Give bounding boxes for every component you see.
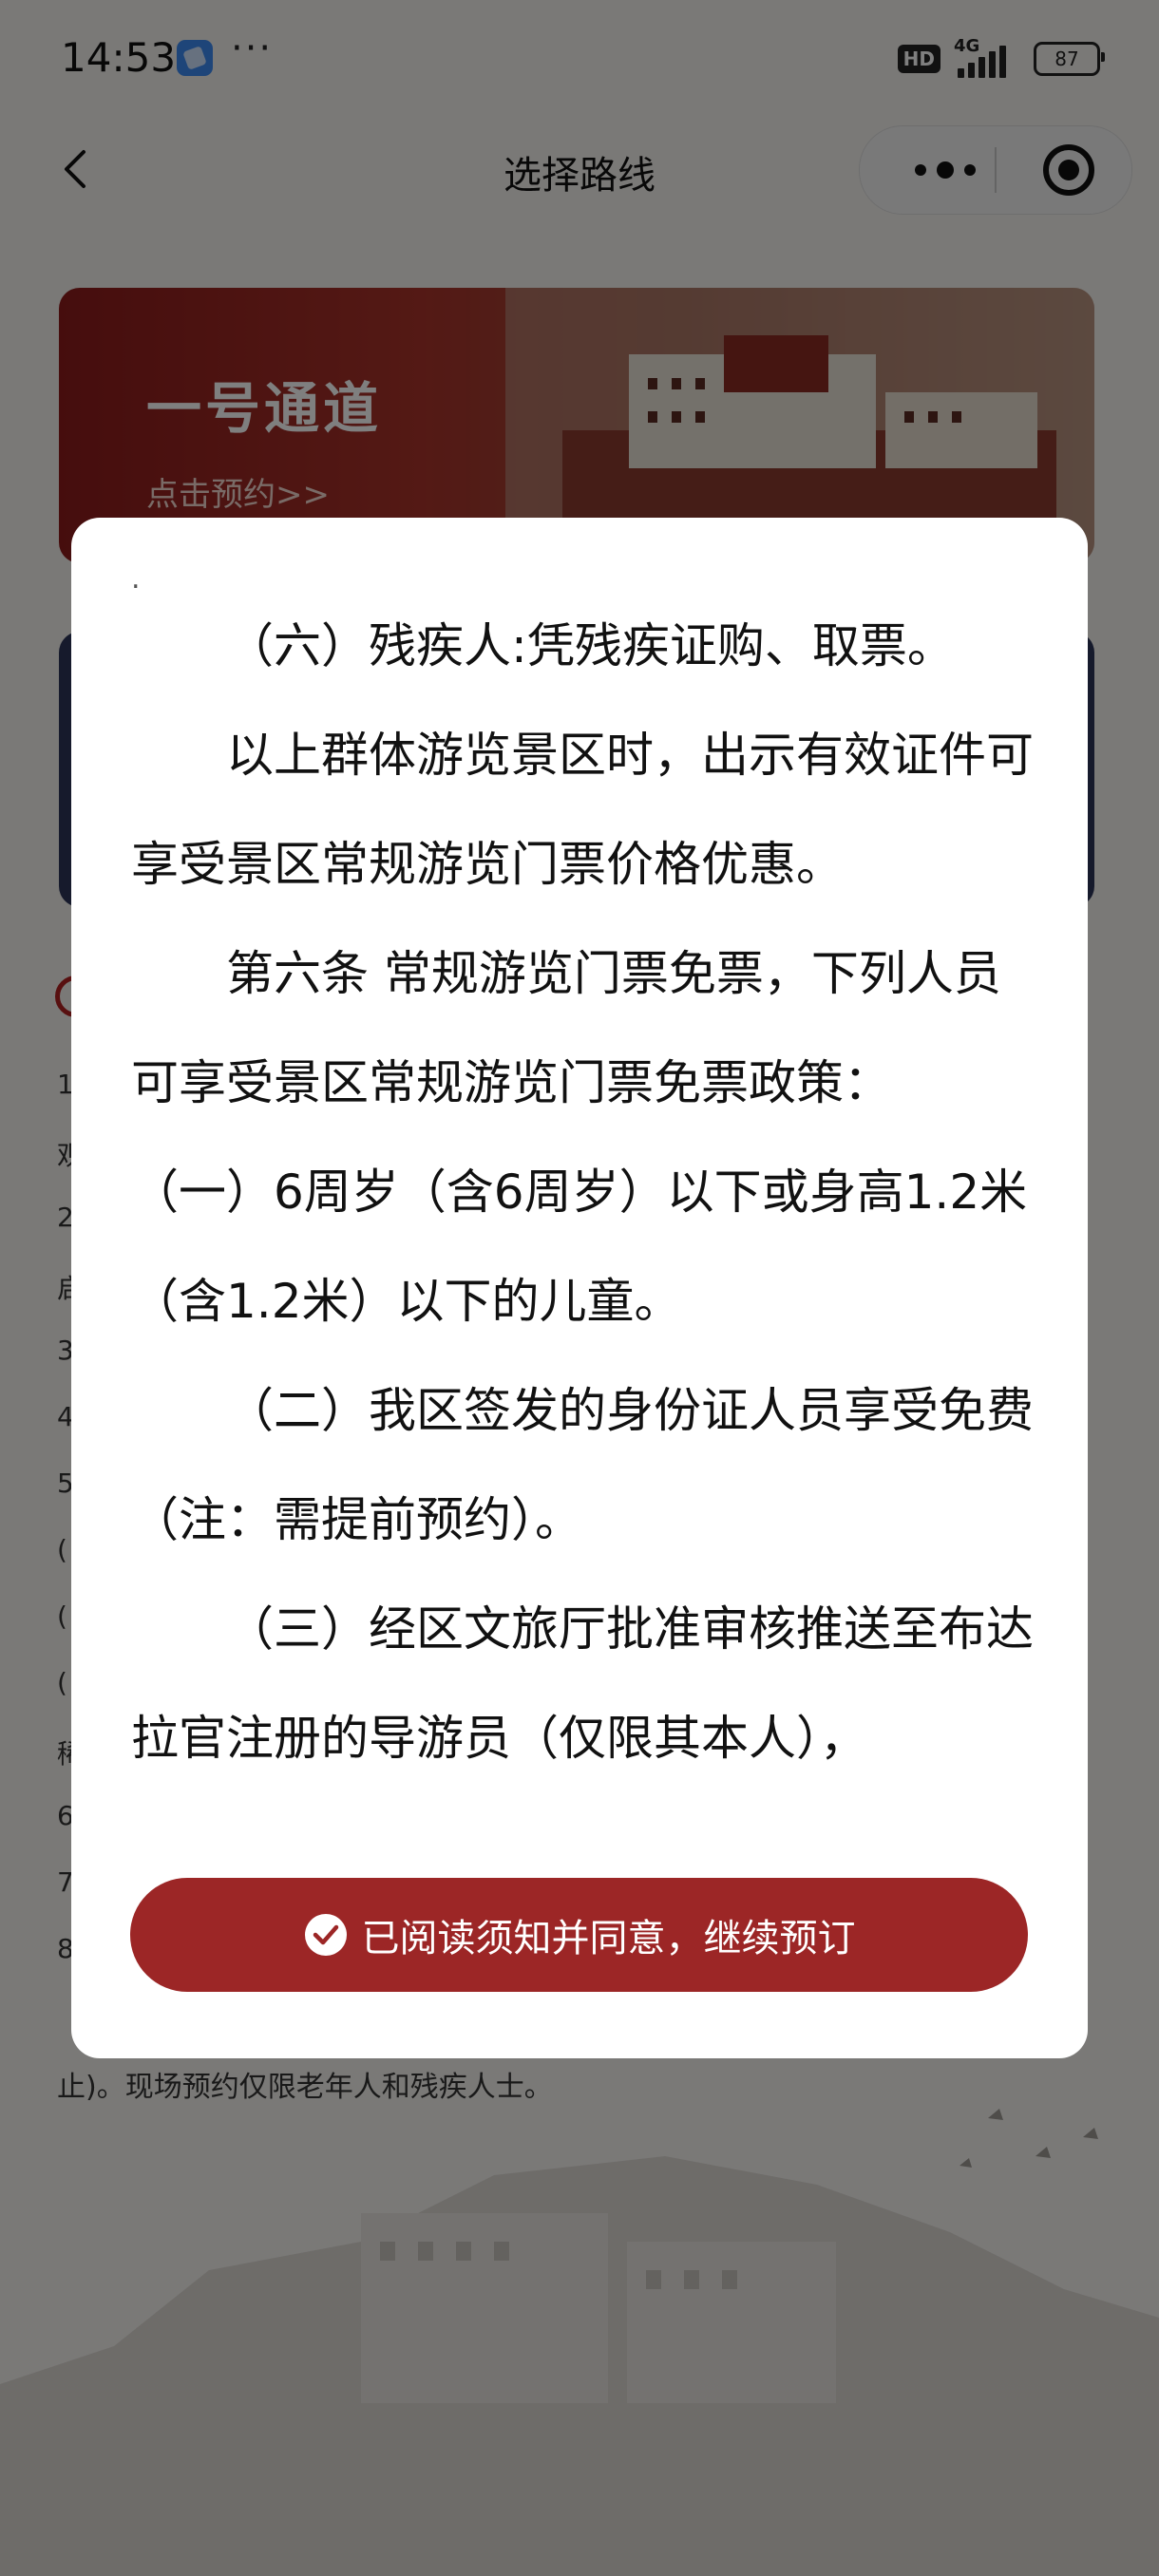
check-circle-icon (304, 1914, 347, 1956)
notice-paragraph: （一）6周岁（含6周岁）以下或身高1.2米（含1.2米）以下的儿童。 (131, 1165, 1028, 1329)
agree-continue-button[interactable]: 已阅读须知并同意，继续预订 (130, 1878, 1028, 1992)
notice-paragraph: 第六条 常规游览门票免票，下列人员可享受景区常规游览门票免票政策： (131, 946, 1001, 1110)
notice-paragraph: （三）经区文旅厅批准审核推送至布达拉官注册的导游员（仅限其本人）， (131, 1601, 1034, 1766)
agree-button-label: 已阅读须知并同意，继续预订 (361, 1917, 856, 1960)
notice-scroll-area[interactable]: . （六）残疾人:凭残疾证购、取票。 以上群体游览景区时，出示有效证件可享受景区… (131, 567, 1034, 1859)
notice-paragraph: 以上群体游览景区时，出示有效证件可享受景区常规游览门票价格优惠。 (131, 728, 1034, 892)
notice-paragraph: （二）我区签发的身份证人员享受免费（注：需提前预约）。 (131, 1383, 1034, 1547)
scroll-indicator: . (131, 567, 141, 596)
notice-paragraph: （六）残疾人:凭残疾证购、取票。 (226, 618, 955, 673)
notice-modal: . （六）残疾人:凭残疾证购、取票。 以上群体游览景区时，出示有效证件可享受景区… (71, 518, 1088, 2058)
